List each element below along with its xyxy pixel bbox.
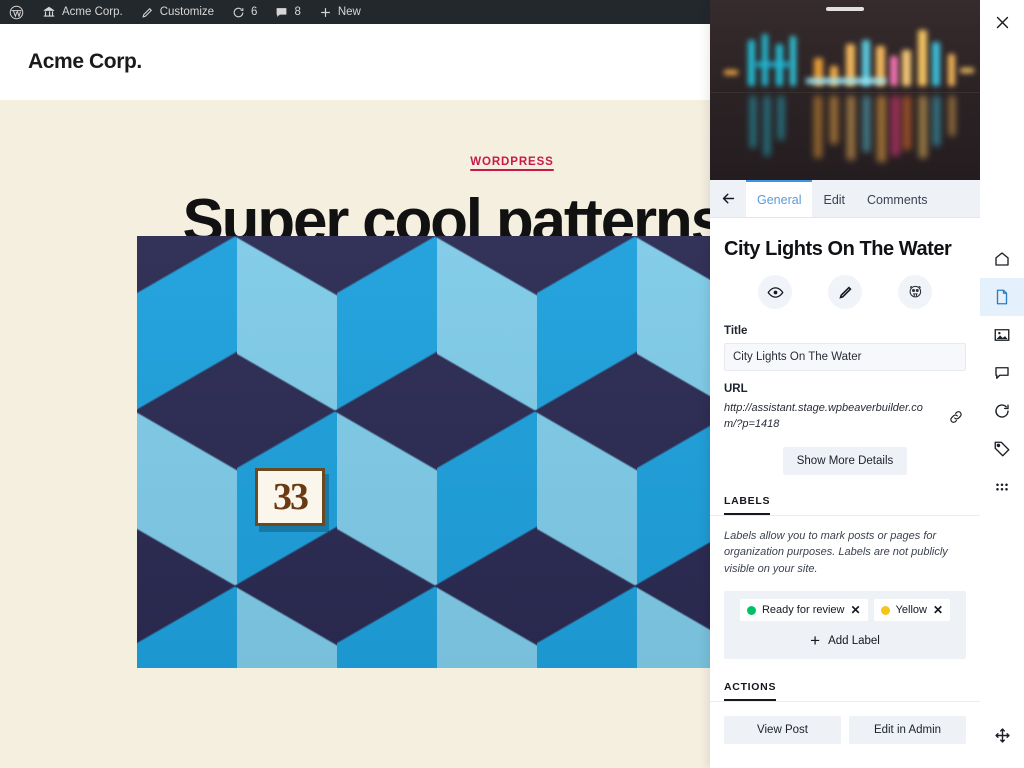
label-color-dot <box>747 606 756 615</box>
admin-bar-site-name[interactable]: Acme Corp. <box>33 0 132 24</box>
rail-item-content[interactable] <box>980 278 1024 316</box>
refresh-icon <box>993 402 1011 420</box>
labels-box: Ready for review ✕ Yellow ✕ + Add Label <box>724 591 966 659</box>
tab-edit-label: Edit <box>823 193 845 207</box>
labels-heading-text: LABELS <box>724 495 770 515</box>
panel-back-button[interactable] <box>710 180 746 217</box>
label-chip[interactable]: Ready for review ✕ <box>740 599 868 621</box>
panel-quick-actions <box>710 261 980 325</box>
url-field-block: URL http://assistant.stage.wpbeaverbuild… <box>710 383 980 433</box>
post-category-link[interactable]: WORDPRESS <box>470 156 554 168</box>
actions-heading-text: ACTIONS <box>724 681 776 701</box>
admin-bar-site-label: Acme Corp. <box>62 0 123 24</box>
rail-item-media[interactable] <box>980 316 1024 354</box>
beaver-builder-button[interactable] <box>898 275 932 309</box>
view-post-button[interactable]: View Post <box>724 716 841 744</box>
pencil-icon <box>837 284 854 301</box>
hero-waterline <box>710 92 980 93</box>
link-icon <box>948 409 964 425</box>
arrow-left-icon <box>720 190 737 207</box>
actions-section-heading: ACTIONS <box>710 677 980 702</box>
rail-item-comments[interactable] <box>980 354 1024 392</box>
labels-description: Labels allow you to mark posts or pages … <box>710 516 980 578</box>
title-field-label: Title <box>724 325 966 337</box>
admin-bar-customize[interactable]: Customize <box>132 0 223 24</box>
label-chip-text: Ready for review <box>762 604 845 616</box>
admin-bar-wordpress-logo[interactable] <box>0 0 33 24</box>
rail-item-apps[interactable] <box>980 468 1024 506</box>
post-featured-image: 33 <box>137 236 710 668</box>
rail-item-home[interactable] <box>980 240 1024 278</box>
assistant-rail <box>980 0 1024 768</box>
wordpress-logo-icon <box>9 5 24 20</box>
labels-section-heading: LABELS <box>710 491 980 516</box>
document-icon <box>993 288 1011 306</box>
tab-edit[interactable]: Edit <box>812 180 856 217</box>
preview-button[interactable] <box>758 275 792 309</box>
admin-bar-updates-count: 6 <box>251 0 257 24</box>
house-number-text: 33 <box>273 478 307 516</box>
label-chip[interactable]: Yellow ✕ <box>874 599 950 621</box>
panel-post-title: City Lights On The Water <box>710 218 980 261</box>
url-row: http://assistant.stage.wpbeaverbuilder.c… <box>724 401 966 433</box>
edit-in-admin-button[interactable]: Edit in Admin <box>849 716 966 744</box>
panel-hero-image <box>710 0 980 180</box>
site-icon <box>42 5 56 19</box>
screen: Acme Corp. Customize 6 8 New <box>0 0 1024 768</box>
panel-drag-handle[interactable] <box>826 7 864 11</box>
plus-icon: + <box>810 632 820 649</box>
beaver-builder-icon <box>906 283 924 301</box>
edit-button[interactable] <box>828 275 862 309</box>
move-icon <box>994 727 1011 744</box>
close-icon[interactable]: ✕ <box>851 604 861 616</box>
add-label-text: Add Label <box>828 635 880 647</box>
eye-icon <box>767 284 784 301</box>
panel-content: City Lights On The Water <box>710 218 980 768</box>
house-number-tile: 33 <box>255 468 325 526</box>
tab-comments[interactable]: Comments <box>856 180 938 217</box>
site-title[interactable]: Acme Corp. <box>0 50 142 74</box>
url-field-label: URL <box>724 383 966 395</box>
title-field-block: Title <box>710 325 980 371</box>
close-icon[interactable]: ✕ <box>933 604 943 616</box>
show-more-row: Show More Details <box>710 433 980 491</box>
comment-icon <box>275 6 288 19</box>
rail-item-labels[interactable] <box>980 430 1024 468</box>
tab-general[interactable]: General <box>746 180 812 217</box>
show-more-details-button[interactable]: Show More Details <box>783 447 908 475</box>
rail-item-updates[interactable] <box>980 392 1024 430</box>
cube-pattern-shading <box>137 236 710 668</box>
close-panel-button[interactable] <box>980 0 1024 44</box>
url-value: http://assistant.stage.wpbeaverbuilder.c… <box>724 401 938 433</box>
hero-sky <box>710 0 980 180</box>
label-chip-text: Yellow <box>896 604 927 616</box>
admin-bar-new-label: New <box>338 0 361 24</box>
admin-bar-updates[interactable]: 6 <box>223 0 266 24</box>
tab-general-label: General <box>757 193 801 207</box>
label-color-dot <box>881 606 890 615</box>
tag-icon <box>993 440 1011 458</box>
refresh-icon <box>232 6 245 19</box>
apps-grid-icon <box>993 478 1011 496</box>
title-input[interactable] <box>724 343 966 371</box>
comment-icon <box>993 364 1011 382</box>
admin-bar-comments[interactable]: 8 <box>266 0 309 24</box>
copy-link-button[interactable] <box>946 401 966 425</box>
image-icon <box>993 326 1011 344</box>
rail-move-handle[interactable] <box>980 716 1024 754</box>
admin-bar-customize-label: Customize <box>160 0 214 24</box>
close-icon <box>994 14 1011 31</box>
panel-tabs: General Edit Comments <box>710 180 980 218</box>
pencil-icon <box>141 6 154 19</box>
actions-row: View Post Edit in Admin <box>710 702 980 744</box>
admin-bar-comments-count: 8 <box>294 0 300 24</box>
add-label-button[interactable]: + Add Label <box>732 627 958 651</box>
assistant-panel: General Edit Comments City Lights On The… <box>710 0 980 768</box>
home-icon <box>993 250 1011 268</box>
tab-comments-label: Comments <box>867 193 927 207</box>
admin-bar-new[interactable]: New <box>310 0 370 24</box>
plus-icon <box>319 6 332 19</box>
